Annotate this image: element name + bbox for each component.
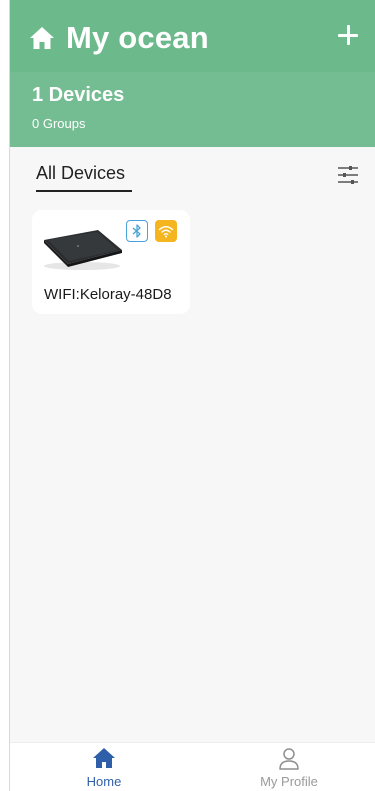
wifi-icon (158, 226, 174, 238)
add-device-button[interactable] (335, 22, 361, 48)
wifi-badge (155, 220, 177, 242)
summary-panel: 1 Devices 0 Groups (10, 72, 375, 147)
tab-bar: All Devices (10, 147, 375, 197)
tab-all-devices[interactable]: All Devices (36, 163, 125, 184)
device-card[interactable]: WIFI:Keloray-48D8 (32, 210, 190, 314)
devices-count: 1 Devices (32, 84, 125, 106)
bottom-nav: Home My Profile (10, 742, 375, 791)
person-icon (279, 748, 299, 770)
nav-my-profile[interactable]: My Profile (229, 743, 349, 791)
bluetooth-badge (126, 220, 148, 242)
app-screen: My ocean 1 Devices 0 Groups All Devices (9, 0, 375, 791)
device-router-image (44, 230, 122, 270)
filter-button[interactable] (337, 165, 359, 185)
header: My ocean 1 Devices 0 Groups (10, 0, 375, 147)
bluetooth-icon (132, 224, 141, 238)
groups-count: 0 Groups (32, 116, 86, 131)
tab-active-indicator (36, 190, 132, 192)
home-icon (93, 748, 115, 768)
nav-home[interactable]: Home (44, 743, 164, 791)
title-row: My ocean (28, 16, 363, 60)
sliders-icon (338, 166, 358, 184)
app-title: My ocean (66, 20, 209, 55)
home-icon (28, 24, 56, 52)
device-name: WIFI:Keloray-48D8 (44, 286, 172, 303)
nav-profile-label: My Profile (260, 774, 318, 789)
nav-home-label: Home (86, 774, 122, 789)
